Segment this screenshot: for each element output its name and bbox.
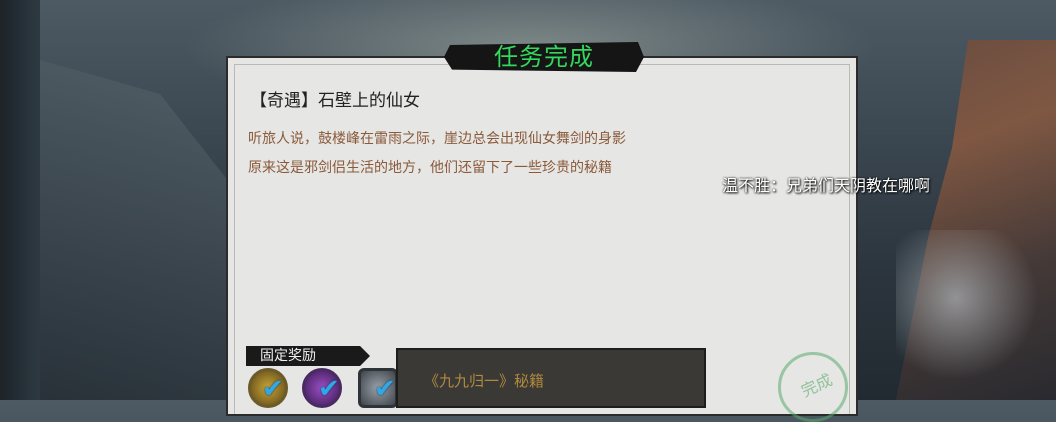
banner-title: 任务完成 [494, 43, 594, 71]
background-shade [0, 0, 40, 400]
background-snow [896, 230, 1046, 400]
quest-description-line-2: 原来这是邪剑侣生活的地方，他们还留下了一些珍贵的秘籍 [248, 160, 612, 176]
quest-title: 【奇遇】石壁上的仙女 [250, 91, 420, 111]
chat-message: 温不胜：兄弟们天阴教在哪啊 [722, 176, 931, 195]
quest-description-line-1: 听旅人说，鼓楼峰在雷雨之际，崖边总会出现仙女舞剑的身影 [248, 131, 626, 147]
tooltip-item-name: 《九九归一》秘籍 [424, 372, 545, 390]
reward-label: 固定奖励 [260, 348, 316, 364]
